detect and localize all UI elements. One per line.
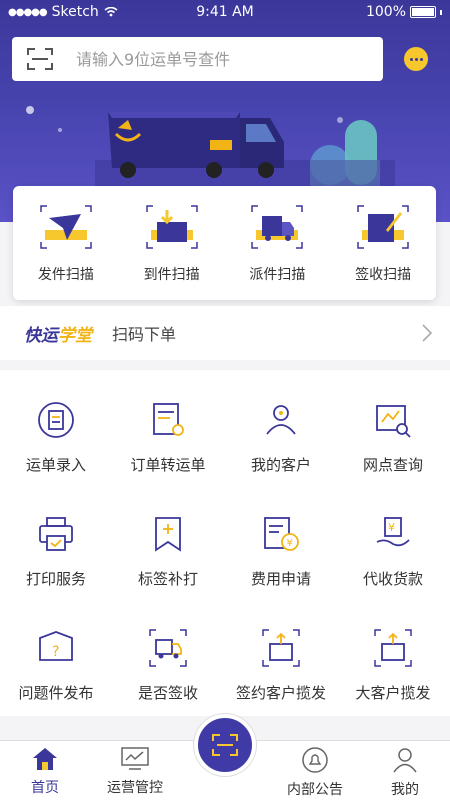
scan-fab-button[interactable] xyxy=(194,714,256,776)
grid-item-problem-parcel[interactable]: ? 问题件发布 xyxy=(0,598,112,710)
grid-item-waybill-entry[interactable]: 运单录入 xyxy=(0,370,112,482)
grid-label: 问题件发布 xyxy=(18,684,94,702)
tab-home[interactable]: 首页 xyxy=(0,747,90,797)
svg-text:?: ? xyxy=(52,644,59,660)
grid-item-outlet-search[interactable]: 网点查询 xyxy=(337,370,449,482)
problem-parcel-icon: ? xyxy=(39,631,73,661)
status-bar: ●●●●● Sketch 9:41 AM 100% xyxy=(0,0,450,26)
grid-label: 订单转运单 xyxy=(130,456,206,474)
signoff-scan-label: 签收扫描 xyxy=(355,267,412,283)
send-scan-button[interactable]: 发件扫描 xyxy=(13,186,119,300)
tab-label: 我的 xyxy=(391,782,419,798)
arrival-scan-icon xyxy=(145,205,198,249)
home-icon xyxy=(33,748,57,770)
order-convert-icon xyxy=(153,403,184,436)
user-icon xyxy=(393,748,417,773)
scan-order-text: 扫码下单 xyxy=(112,325,177,344)
search-input[interactable] xyxy=(76,49,356,69)
grid-label: 是否签收 xyxy=(137,684,198,702)
school-row[interactable]: 快运学堂 扫码下单 xyxy=(0,306,450,360)
grid-label: 打印服务 xyxy=(25,570,86,588)
delivery-scan-label: 派件扫描 xyxy=(249,267,306,283)
grid-label: 签约客户揽发 xyxy=(235,684,326,702)
grid-item-printer[interactable]: 打印服务 xyxy=(0,484,112,596)
grid-label: 标签补打 xyxy=(137,570,198,588)
tab-label: 内部公告 xyxy=(287,782,343,798)
battery-icon xyxy=(410,6,436,18)
arrival-scan-label: 到件扫描 xyxy=(143,267,200,283)
sign-status-icon xyxy=(149,629,187,667)
grid-item-contract-pickup[interactable]: 签约客户揽发 xyxy=(225,598,337,710)
waybill-entry-icon xyxy=(38,402,74,438)
svg-text:¥: ¥ xyxy=(287,538,293,549)
cod-icon: ¥ xyxy=(376,517,410,547)
monitor-icon xyxy=(121,747,149,770)
grid-item-order-convert[interactable]: 订单转运单 xyxy=(112,370,224,482)
grid-label: 代收货款 xyxy=(362,570,423,588)
grid-item-customers[interactable]: 我的客户 xyxy=(225,370,337,482)
grid-item-sign-status[interactable]: 是否签收 xyxy=(112,598,224,710)
message-icon[interactable] xyxy=(404,47,428,71)
quick-actions-card: 发件扫描 到件扫描 派件扫描 签收扫描 xyxy=(13,186,436,300)
grid-label: 大客户揽发 xyxy=(355,684,431,702)
scan-icon[interactable] xyxy=(26,47,54,71)
tab-announcements[interactable]: 内部公告 xyxy=(270,747,360,799)
scan-icon xyxy=(212,734,238,756)
grid-label: 网点查询 xyxy=(362,456,423,474)
signoff-scan-icon xyxy=(357,205,409,249)
grid-item-fee-request[interactable]: ¥ 费用申请 xyxy=(225,484,337,596)
bell-icon xyxy=(302,747,328,773)
label-reprint-icon xyxy=(155,517,181,552)
fee-request-icon: ¥ xyxy=(264,517,299,551)
battery-percent: 100% xyxy=(365,4,406,20)
battery: 100% xyxy=(366,4,442,20)
grid-item-vip-pickup[interactable]: 大客户揽发 xyxy=(337,598,449,710)
tab-label: 首页 xyxy=(31,780,59,796)
chevron-right-icon xyxy=(422,324,432,342)
arrival-scan-button[interactable]: 到件扫描 xyxy=(119,186,225,300)
grid-label: 费用申请 xyxy=(250,570,311,588)
grid-label: 我的客户 xyxy=(250,456,311,474)
contract-pickup-icon xyxy=(262,629,300,667)
tab-operations[interactable]: 运营管控 xyxy=(90,747,180,797)
vip-pickup-icon xyxy=(374,629,412,667)
send-scan-label: 发件扫描 xyxy=(37,267,94,283)
search-bar[interactable] xyxy=(12,37,383,81)
tab-label: 运营管控 xyxy=(107,780,163,796)
customers-icon xyxy=(266,405,296,435)
signoff-scan-button[interactable]: 签收扫描 xyxy=(330,186,436,300)
delivery-scan-button[interactable]: 派件扫描 xyxy=(225,186,331,300)
grid-item-cod[interactable]: ¥ 代收货款 xyxy=(337,484,449,596)
outlet-search-icon xyxy=(376,405,411,438)
grid-label: 运单录入 xyxy=(25,456,86,474)
grid-item-label-reprint[interactable]: 标签补打 xyxy=(112,484,224,596)
school-logo: 快运学堂 xyxy=(24,325,92,346)
svg-text:¥: ¥ xyxy=(388,521,395,534)
tab-me[interactable]: 我的 xyxy=(360,747,450,799)
send-scan-icon xyxy=(40,205,92,249)
printer-icon xyxy=(39,517,73,551)
service-grid: 运单录入 订单转运单 我的客户 网点查询 打印服务 标签补打 ¥ 费用申请 ¥ … xyxy=(0,370,450,716)
delivery-scan-icon xyxy=(251,205,304,249)
